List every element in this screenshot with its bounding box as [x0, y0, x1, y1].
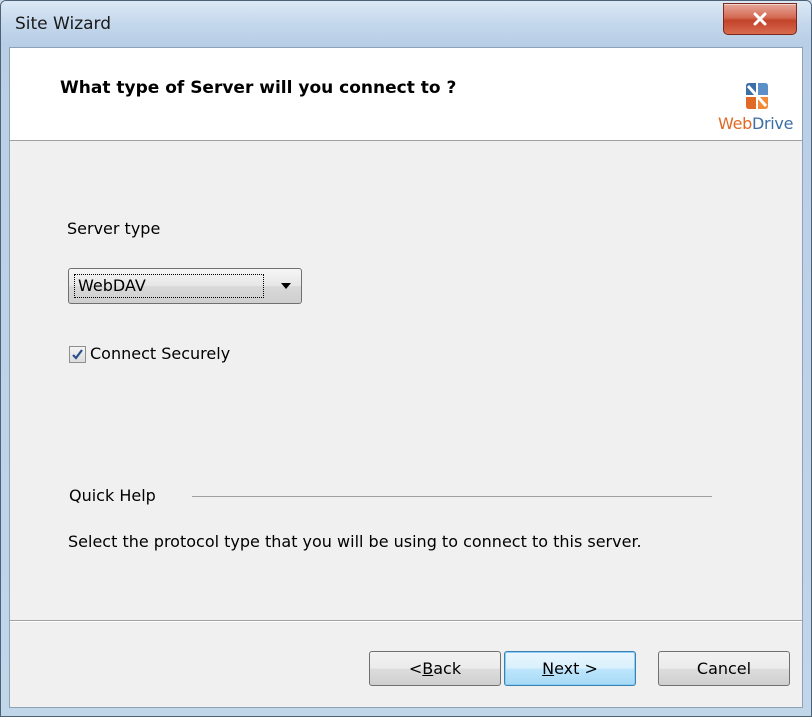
dialog-client-area: What type of Server will you connect to …: [9, 47, 803, 708]
connect-securely-checkbox[interactable]: [69, 346, 86, 363]
site-wizard-window: Site Wizard What type of Server will you…: [0, 0, 812, 717]
title-bar[interactable]: Site Wizard: [1, 1, 811, 47]
quick-help-title: Quick Help: [69, 486, 156, 505]
quick-help-divider: [192, 496, 712, 497]
footer-divider: [10, 620, 802, 622]
wizard-header: What type of Server will you connect to …: [10, 48, 802, 141]
webdrive-logo-icon: [746, 83, 768, 109]
webdrive-logo: WebDrive: [718, 82, 794, 134]
next-button[interactable]: Next >: [504, 651, 636, 686]
logo-text: WebDrive: [718, 114, 794, 133]
chevron-down-icon: [281, 283, 291, 289]
page-heading: What type of Server will you connect to …: [60, 78, 457, 98]
connect-securely-label[interactable]: Connect Securely: [90, 344, 230, 363]
quick-help-text: Select the protocol type that you will b…: [68, 532, 642, 551]
close-button[interactable]: [723, 3, 797, 35]
server-type-label: Server type: [67, 219, 161, 238]
cancel-button[interactable]: Cancel: [658, 651, 790, 686]
window-title: Site Wizard: [15, 14, 112, 34]
back-button[interactable]: < Back: [369, 651, 501, 686]
server-type-dropdown[interactable]: WebDAV: [68, 268, 302, 304]
server-type-value: WebDAV: [74, 274, 264, 298]
checkmark-icon: [72, 349, 83, 360]
close-icon: [753, 12, 767, 26]
